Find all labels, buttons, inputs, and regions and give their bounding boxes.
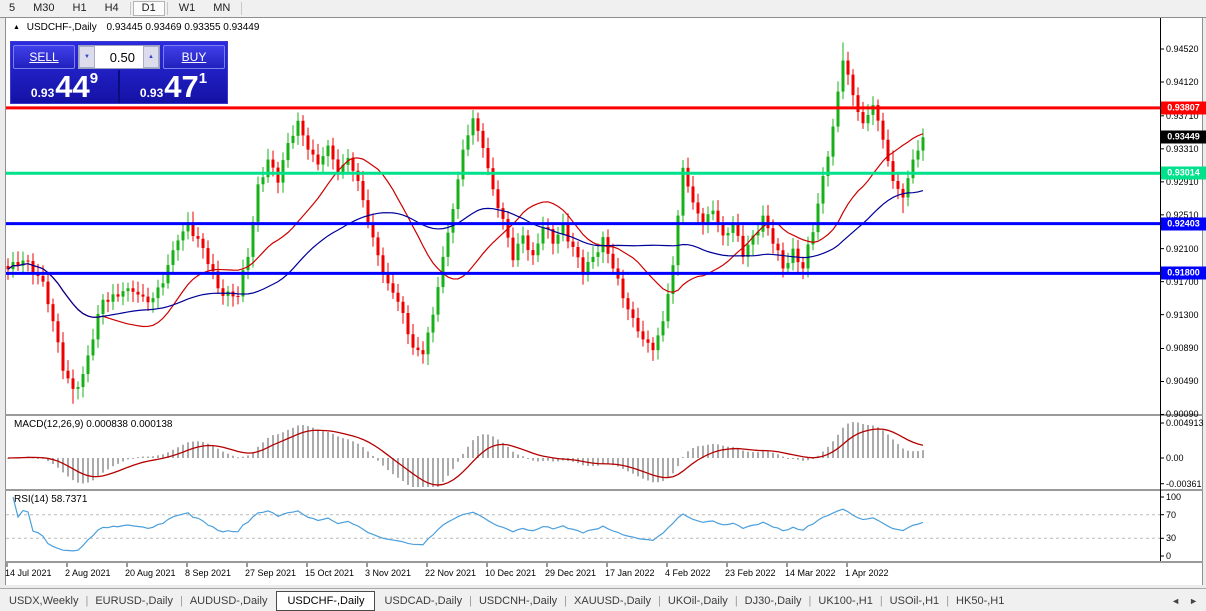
rsi-panel[interactable] (5, 491, 1203, 561)
tab-ukoil-daily[interactable]: UKOil-,Daily (659, 591, 737, 611)
date-axis-label: 2 Aug 2021 (65, 568, 111, 578)
rsi-label: RSI(14) 58.7371 (14, 494, 88, 505)
timeframe-button-5[interactable]: 5 (0, 1, 24, 16)
tab-audusd-daily[interactable]: AUDUSD-,Daily (181, 591, 277, 611)
chart-symbol-label: USDCHF-,Daily (26, 22, 97, 33)
chart-title: ▲ USDCHF-,Daily 0.93445 0.93469 0.93355 … (13, 22, 259, 33)
chart-ohlc-values: 0.93445 0.93469 0.93355 0.93449 (106, 22, 260, 33)
volume-increase-button[interactable]: ▲ (143, 46, 159, 68)
timeframe-button-H1[interactable]: H1 (64, 1, 96, 16)
tab-hk50-h1[interactable]: HK50-,H1 (947, 591, 1013, 611)
price-badge-0.92403: 0.92403 (1161, 217, 1206, 231)
subwindow-arrow-icon: ▲ (13, 24, 20, 31)
macd-panel[interactable] (5, 416, 1203, 489)
toolbar-separator (129, 2, 131, 15)
tab-usoil-h1[interactable]: USOil-,H1 (881, 591, 949, 611)
tab-uk100-h1[interactable]: UK100-,H1 (809, 591, 881, 611)
price-badge-0.93449: 0.93449 (1161, 130, 1206, 144)
rsi-axis-label: 30 (1166, 533, 1177, 544)
macd-label: MACD(12,26,9) 0.000838 0.000138 (14, 419, 173, 430)
sell-price-pip: 9 (89, 70, 99, 87)
tab-dj30-daily[interactable]: DJ30-,Daily (736, 591, 811, 611)
price-badge-0.93807: 0.93807 (1161, 101, 1206, 115)
timeframe-button-M30[interactable]: M30 (24, 1, 63, 16)
macd-axis-label: -0.00361 (1166, 478, 1202, 489)
price-axis-label: 0.94520 (1166, 44, 1199, 54)
date-axis-label: 3 Nov 2021 (365, 568, 412, 578)
price-axis-label: 0.91300 (1166, 309, 1199, 320)
tab-usdcnh-daily[interactable]: USDCNH-,Daily (470, 591, 566, 611)
date-axis-splitter (5, 561, 1203, 563)
price-axis-label: 0.90890 (1166, 343, 1199, 354)
date-axis-label: 4 Feb 2022 (665, 568, 711, 578)
buy-button-label: BUY (181, 50, 207, 64)
date-axis-label: 1 Apr 2022 (845, 568, 889, 578)
tab-scroll-left-icon[interactable]: ◄ (1171, 596, 1180, 606)
sell-button[interactable]: SELL (13, 45, 75, 69)
sell-price-prefix: 0.93 (30, 86, 55, 100)
macd-splitter[interactable] (5, 414, 1203, 416)
rsi-axis-label: 100 (1166, 492, 1182, 502)
rsi-splitter[interactable] (5, 489, 1203, 491)
tab-scroll-right-icon[interactable]: ► (1189, 596, 1198, 606)
timeframe-button-D1[interactable]: D1 (132, 1, 165, 16)
macd-axis-label: 0.00 (1166, 453, 1184, 463)
price-axis-label: 0.94120 (1166, 77, 1199, 87)
buy-price-prefix: 0.93 (139, 86, 164, 100)
timeframe-button-MN[interactable]: MN (204, 1, 239, 16)
volume-stepper: ▼ 0.50 ▲ (78, 45, 160, 69)
toolbar-separator (241, 2, 243, 15)
toolbar-separator (166, 2, 168, 15)
date-axis-label: 17 Jan 2022 (605, 568, 655, 578)
metatrader-window: 5 M30 H1 H4 D1 W1 MN ▲ USDCHF-,Daily 0.93445 0… (0, 0, 1206, 611)
price-axis-label: 0.93310 (1166, 143, 1199, 154)
price-axis-border (1160, 18, 1161, 561)
date-axis-label: 14 Jul 2021 (5, 568, 52, 578)
tab-xauusd-daily[interactable]: XAUUSD-,Daily (565, 591, 660, 611)
price-badge-0.93014: 0.93014 (1161, 166, 1206, 180)
tab-scroll-arrows: ◄ ► (1171, 596, 1198, 606)
timeframe-toolbar: 5 M30 H1 H4 D1 W1 MN (0, 0, 1206, 18)
date-axis-label: 20 Aug 2021 (125, 568, 176, 578)
buy-price-pip: 1 (198, 70, 208, 87)
tab-usdx-weekly[interactable]: USDX,Weekly (0, 591, 87, 611)
tab-usdcad-daily[interactable]: USDCAD-,Daily (375, 591, 471, 611)
sell-button-label: SELL (29, 50, 59, 64)
rsi-axis-label: 70 (1166, 509, 1177, 520)
date-axis-label: 29 Dec 2021 (545, 568, 597, 578)
symbol-tab-bar: USDX,Weekly | EURUSD-,Daily | AUDUSD-,Daily U… (0, 588, 1206, 611)
down-arrow-icon: ▼ (84, 54, 90, 60)
macd-axis-label: 0.004913 (1166, 418, 1204, 429)
tab-usdchf-daily[interactable]: USDCHF-,Daily (276, 590, 376, 611)
buy-price-display[interactable]: 0.93 47 1 (120, 70, 227, 103)
date-axis-label: 23 Feb 2022 (725, 568, 776, 578)
price-axis-label: 0.92100 (1166, 243, 1199, 254)
timeframe-button-W1[interactable]: W1 (170, 1, 205, 16)
sell-price-display[interactable]: 0.93 44 9 (11, 70, 118, 103)
sell-price-main: 44 (55, 69, 90, 104)
one-click-trading-panel: SELL ▼ 0.50 ▲ BUY 0.93 44 9 0.93 47 1 (10, 41, 228, 104)
date-axis-label: 22 Nov 2021 (425, 568, 477, 578)
buy-price-main: 47 (164, 69, 199, 104)
window-left-border (5, 18, 6, 585)
tab-eurusd-daily[interactable]: EURUSD-,Daily (86, 591, 182, 611)
buy-button[interactable]: BUY (163, 45, 225, 69)
timeframe-button-H4[interactable]: H4 (96, 1, 128, 16)
date-axis-label: 14 Mar 2022 (785, 568, 836, 578)
date-axis-label: 27 Sep 2021 (245, 568, 297, 578)
volume-decrease-button[interactable]: ▼ (79, 46, 95, 68)
rsi-axis-label: 0 (1166, 551, 1172, 561)
volume-input[interactable]: 0.50 (95, 50, 143, 65)
price-badge-0.91800: 0.91800 (1161, 266, 1206, 280)
up-arrow-icon: ▲ (148, 54, 154, 60)
price-axis-label: 0.90490 (1166, 376, 1199, 387)
date-axis-label: 10 Dec 2021 (485, 568, 537, 578)
date-axis-label: 15 Oct 2021 (305, 568, 355, 578)
date-axis-label: 8 Sep 2021 (185, 568, 232, 578)
